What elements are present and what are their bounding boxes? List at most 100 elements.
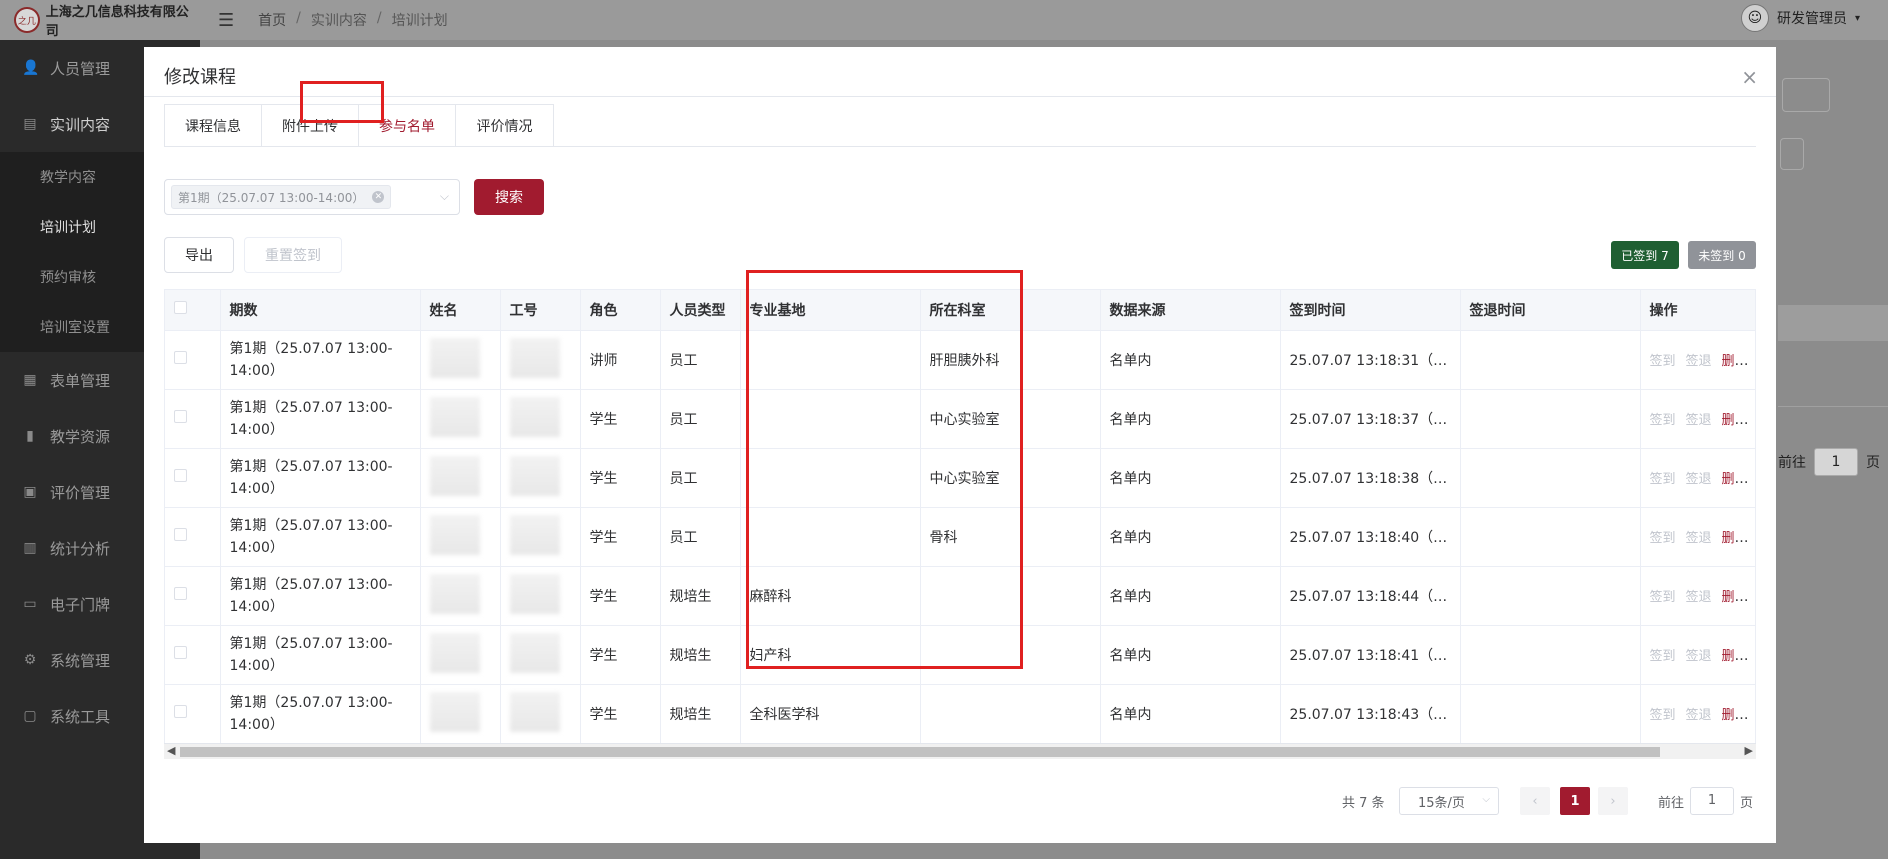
row-checkbox[interactable]: [165, 448, 221, 508]
signin-button[interactable]: 签到: [1650, 354, 1676, 369]
cell-name-redacted: [420, 330, 501, 390]
signout-button[interactable]: 签退: [1686, 590, 1712, 605]
cell-type: 规培生: [660, 625, 741, 685]
delete-button[interactable]: 删除: [1722, 472, 1748, 487]
tab-evaluation[interactable]: 评价情况: [456, 105, 553, 147]
cell-type: 员工: [660, 389, 741, 449]
row-checkbox[interactable]: [165, 684, 221, 744]
cell-type: 员工: [660, 448, 741, 508]
row-checkbox[interactable]: [165, 507, 221, 567]
search-button[interactable]: 搜索: [474, 179, 544, 215]
delete-button[interactable]: 删除: [1722, 590, 1748, 605]
signout-button[interactable]: 签退: [1686, 354, 1712, 369]
cell-signout: [1460, 507, 1641, 567]
cell-id-redacted: [500, 389, 581, 449]
cell-role: 学生: [580, 625, 661, 685]
signin-button[interactable]: 签到: [1650, 472, 1676, 487]
table-row: 第1期（25.07.07 13:00-14:00） 学生 员工 中心实验室 名单内 25.…: [165, 389, 1755, 449]
user-icon: 👤: [22, 60, 40, 76]
export-button[interactable]: 导出: [164, 237, 234, 273]
delete-button[interactable]: 删除: [1722, 649, 1748, 664]
signout-button[interactable]: 签退: [1686, 649, 1712, 664]
row-checkbox[interactable]: [165, 566, 221, 626]
participants-table: 期数 姓名 工号 角色 人员类型 专业基地 所在科室 数据来源 签到时间 签退时…: [164, 289, 1756, 759]
col-dept: 所在科室: [920, 290, 1101, 331]
form-icon: ▦: [23, 372, 37, 388]
signout-button[interactable]: 签退: [1686, 472, 1712, 487]
background-select: [1782, 78, 1830, 112]
prev-page-button[interactable]: ‹: [1520, 787, 1550, 815]
cell-base: 麻醉科: [740, 566, 921, 626]
cell-name-redacted: [420, 448, 501, 508]
background-table-header: [1778, 305, 1888, 341]
cell-period: 第1期（25.07.07 13:00-14:00）: [220, 507, 421, 567]
signout-button[interactable]: 签退: [1686, 413, 1712, 428]
user-menu[interactable]: ☺ 研发管理员 ▾: [1740, 4, 1860, 32]
cell-actions: 签到 签退 删除: [1640, 330, 1755, 390]
row-checkbox[interactable]: [165, 625, 221, 685]
signin-button[interactable]: 签到: [1650, 531, 1676, 546]
breadcrumb-home[interactable]: 首页: [258, 10, 286, 30]
chevron-down-icon: ▾: [1854, 12, 1860, 24]
dialog-title: 修改课程: [164, 67, 236, 88]
monitor-icon: ▭: [23, 596, 37, 612]
table-row: 第1期（25.07.07 13:00-14:00） 学生 规培生 妇产科 名单内 25.0…: [165, 625, 1755, 685]
cell-base: [740, 389, 921, 449]
cell-source: 名单内: [1100, 684, 1281, 744]
cell-name-redacted: [420, 566, 501, 626]
cell-signout: [1460, 448, 1641, 508]
signout-button[interactable]: 签退: [1686, 531, 1712, 546]
divider: [144, 96, 1776, 97]
delete-button[interactable]: 删除: [1722, 708, 1748, 723]
chevron-down-icon: ⌵: [439, 189, 449, 203]
tab-course-info[interactable]: 课程信息: [165, 105, 262, 147]
signout-button[interactable]: 签退: [1686, 708, 1712, 723]
breadcrumb-content[interactable]: 实训内容: [311, 10, 367, 30]
col-base: 专业基地: [740, 290, 921, 331]
delete-button[interactable]: 删除: [1722, 354, 1748, 369]
signin-button[interactable]: 签到: [1650, 590, 1676, 605]
cell-type: 员工: [660, 507, 741, 567]
horizontal-scrollbar[interactable]: ◀ ▶: [164, 743, 1756, 759]
table-row: 第1期（25.07.07 13:00-14:00） 学生 规培生 麻醉科 名单内 25.0…: [165, 566, 1755, 626]
next-page-button[interactable]: ›: [1598, 787, 1628, 815]
select-all-checkbox[interactable]: [165, 290, 221, 331]
background-button: [1780, 138, 1804, 170]
period-select[interactable]: 第1期（25.07.07 13:00-14:00） ✕ ⌵: [164, 179, 460, 215]
table-row: 第1期（25.07.07 13:00-14:00） 学生 员工 骨科 名单内 25.07.…: [165, 507, 1755, 567]
cell-dept: 肝胆胰外科: [920, 330, 1101, 390]
page-unit-label: 页: [1740, 796, 1754, 811]
tab-participants[interactable]: 参与名单: [359, 105, 456, 147]
reset-signin-button[interactable]: 重置签到: [244, 237, 342, 273]
col-signout: 签退时间: [1460, 290, 1641, 331]
page-size-select[interactable]: 15条/页 ⌵: [1399, 787, 1499, 815]
col-id: 工号: [500, 290, 581, 331]
row-checkbox[interactable]: [165, 389, 221, 449]
top-bar: 之几 上海之几信息科技有限公司 ☰ 首页 / 实训内容 / 培训计划 ☺ 研发管…: [0, 0, 1888, 40]
close-icon[interactable]: ×: [1741, 65, 1758, 89]
signin-button[interactable]: 签到: [1650, 413, 1676, 428]
cell-dept: 中心实验室: [920, 389, 1101, 449]
col-type: 人员类型: [660, 290, 741, 331]
signin-button[interactable]: 签到: [1650, 649, 1676, 664]
scrollbar-thumb[interactable]: [180, 747, 1660, 757]
scroll-right-icon[interactable]: ▶: [1745, 744, 1753, 757]
cell-actions: 签到 签退 删除: [1640, 566, 1755, 626]
cell-actions: 签到 签退 删除: [1640, 389, 1755, 449]
page-number-button[interactable]: 1: [1560, 787, 1590, 815]
signin-button[interactable]: 签到: [1650, 708, 1676, 723]
edit-course-dialog: 修改课程 × 课程信息 附件上传 参与名单 评价情况 第1期（25.07.07 …: [144, 47, 1776, 843]
delete-button[interactable]: 删除: [1722, 531, 1748, 546]
goto-page-input[interactable]: 1: [1690, 787, 1734, 815]
table-row: 第1期（25.07.07 13:00-14:00） 学生 规培生 全科医学科 名单内 25…: [165, 684, 1755, 744]
scroll-left-icon[interactable]: ◀: [167, 744, 175, 757]
cell-source: 名单内: [1100, 625, 1281, 685]
menu-toggle-icon[interactable]: ☰: [218, 10, 234, 31]
cell-base: [740, 448, 921, 508]
tab-attachments[interactable]: 附件上传: [262, 105, 359, 147]
tag-close-icon[interactable]: ✕: [372, 191, 385, 203]
row-checkbox[interactable]: [165, 330, 221, 390]
cell-dept: 骨科: [920, 507, 1101, 567]
cell-dept: [920, 625, 1101, 685]
delete-button[interactable]: 删除: [1722, 413, 1748, 428]
